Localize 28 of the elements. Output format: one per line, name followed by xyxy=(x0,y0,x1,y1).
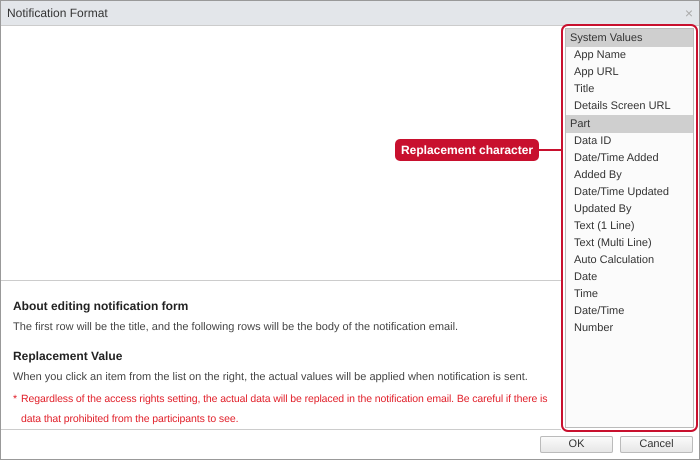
list-item[interactable]: Data ID xyxy=(566,133,693,150)
list-item[interactable]: Updated By xyxy=(566,201,693,218)
callout-tooltip: Replacement character xyxy=(395,139,540,161)
list-item[interactable]: Date xyxy=(566,269,693,286)
list-item[interactable]: App URL xyxy=(566,64,693,81)
ok-button[interactable]: OK xyxy=(540,436,613,453)
list-item[interactable]: Text (Multi Line) xyxy=(566,235,693,252)
warning-text: Regardless of the access rights setting, the actual data will be replaced in the notification email. Be careful if there is data that prohibited from the participants to see. xyxy=(21,392,548,427)
section-heading: About editing notification form xyxy=(13,298,190,315)
window-title: Notification Format xyxy=(7,5,109,22)
list-item[interactable]: Date/Time Updated xyxy=(566,184,693,201)
help-text: When you click an item from the list on the right, the actual values will be applied when notification is sent. xyxy=(13,370,529,385)
list-item[interactable]: Added By xyxy=(566,167,693,184)
list-item[interactable]: Auto Calculation xyxy=(566,252,693,269)
list-group-header: Part xyxy=(566,115,693,133)
list-item[interactable]: App Name xyxy=(566,47,693,64)
help-text: The first row will be the title, and the following rows will be the body of the notification email. xyxy=(13,320,460,335)
list-item[interactable]: Details Screen URL xyxy=(566,98,693,115)
asterisk-mark: * xyxy=(13,392,17,407)
list-item[interactable]: Date/Time Added xyxy=(566,150,693,167)
list-item[interactable]: Date/Time xyxy=(566,303,693,320)
list-item[interactable]: Number xyxy=(566,320,693,337)
list-item[interactable]: Time xyxy=(566,286,693,303)
cancel-button[interactable]: Cancel xyxy=(620,436,693,453)
list-item[interactable]: Text (1 Line) xyxy=(566,218,693,235)
list-group-header: System Values xyxy=(566,29,693,47)
section-heading: Replacement Value xyxy=(13,348,124,365)
list-item[interactable]: Title xyxy=(566,81,693,98)
